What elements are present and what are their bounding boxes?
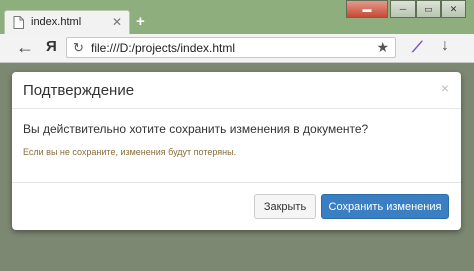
bookmark-star-icon[interactable]: ★ xyxy=(376,39,389,56)
yandex-logo[interactable]: Я xyxy=(46,38,57,55)
modal-header: Подтверждение × xyxy=(12,72,461,109)
maximize-icon[interactable]: ▭ xyxy=(416,0,441,18)
window-close-x-icon[interactable]: ✕ xyxy=(441,0,466,18)
confirmation-message: Вы действительно хотите сохранить измене… xyxy=(23,122,369,136)
warning-message: Если вы не сохраните, изменения будут по… xyxy=(23,147,237,157)
new-tab-button[interactable]: + xyxy=(136,14,145,29)
back-button[interactable]: ← xyxy=(16,37,34,58)
close-button[interactable]: Закрыть xyxy=(254,194,316,219)
tab-title: index.html xyxy=(31,16,82,28)
download-icon[interactable]: ↓ xyxy=(441,37,449,55)
confirmation-dialog: Подтверждение × Вы действительно хотите … xyxy=(12,72,461,230)
modal-title: Подтверждение xyxy=(23,82,135,99)
modal-body: Вы действительно хотите сохранить измене… xyxy=(12,109,461,183)
url-text[interactable]: file:///D:/projects/index.html xyxy=(91,41,235,55)
browser-window: index.html ✕ + ▬ ─ ▭ ✕ ← Я ↻ file:///D:/… xyxy=(0,0,474,271)
page-icon xyxy=(13,16,24,29)
modal-footer: Закрыть Сохранить изменения xyxy=(12,183,461,231)
minimize-icon[interactable]: ─ xyxy=(390,0,416,18)
address-bar[interactable]: ↻ file:///D:/projects/index.html ★ xyxy=(66,37,396,58)
tab-index[interactable]: index.html ✕ xyxy=(4,10,130,34)
window-controls: ▬ ─ ▭ ✕ xyxy=(345,0,466,19)
window-close-icon[interactable]: ▬ xyxy=(346,0,388,18)
reload-icon[interactable]: ↻ xyxy=(73,40,84,56)
tab-close-icon[interactable]: ✕ xyxy=(112,15,122,29)
close-icon[interactable]: × xyxy=(441,80,449,96)
extension-icon[interactable]: ⟋ xyxy=(412,39,423,56)
toolbar: ← Я ↻ file:///D:/projects/index.html ★ ⟋… xyxy=(0,34,474,63)
title-bar: index.html ✕ + ▬ ─ ▭ ✕ xyxy=(0,0,474,34)
save-changes-button[interactable]: Сохранить изменения xyxy=(321,194,449,219)
